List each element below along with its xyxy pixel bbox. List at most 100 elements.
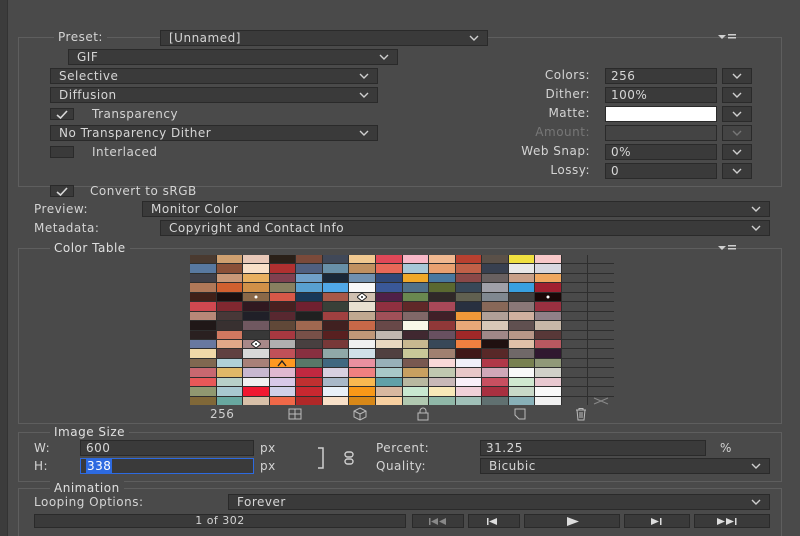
color-swatch[interactable] (216, 321, 243, 330)
color-swatch[interactable] (190, 377, 216, 387)
convert-srgb-checkbox[interactable] (50, 185, 74, 197)
color-swatch[interactable] (482, 349, 508, 358)
color-swatch[interactable] (375, 368, 402, 377)
color-swatch[interactable] (561, 349, 588, 358)
color-swatch[interactable] (296, 283, 322, 292)
color-swatch[interactable] (508, 283, 535, 292)
color-swatch[interactable] (561, 311, 588, 321)
color-swatch[interactable] (482, 330, 508, 339)
color-swatch[interactable] (269, 349, 296, 358)
color-swatch[interactable] (588, 349, 614, 358)
color-swatch[interactable] (322, 349, 349, 358)
color-swatch[interactable] (455, 339, 482, 349)
color-swatch[interactable] (402, 311, 429, 321)
color-swatch[interactable] (375, 283, 402, 292)
color-swatch[interactable] (243, 264, 269, 273)
color-swatch[interactable] (296, 302, 322, 311)
colors-field[interactable]: 256 (605, 68, 717, 84)
color-swatch[interactable] (508, 368, 535, 377)
color-swatch[interactable] (375, 396, 402, 405)
play-button[interactable] (524, 514, 620, 528)
color-swatch[interactable] (216, 273, 243, 283)
color-swatch[interactable] (322, 255, 349, 264)
colors-dropdown-button[interactable] (722, 68, 752, 84)
link-icon[interactable] (342, 450, 356, 466)
color-swatch[interactable] (216, 283, 243, 292)
color-swatch[interactable] (243, 358, 269, 368)
color-swatch[interactable] (269, 283, 296, 292)
height-field[interactable]: 338 (80, 458, 254, 474)
color-swatch[interactable] (375, 377, 402, 387)
color-swatch[interactable] (561, 321, 588, 330)
color-swatch[interactable] (216, 311, 243, 321)
color-swatch[interactable] (508, 292, 535, 302)
color-swatch[interactable] (455, 311, 482, 321)
lossy-field[interactable]: 0 (605, 163, 717, 179)
color-swatch[interactable] (216, 358, 243, 368)
color-swatch[interactable] (429, 377, 455, 387)
color-swatch[interactable] (243, 330, 269, 339)
color-swatch[interactable] (561, 387, 588, 396)
metadata-dropdown[interactable]: Copyright and Contact Info (160, 220, 770, 236)
color-swatch[interactable] (216, 368, 243, 377)
color-swatch[interactable] (243, 321, 269, 330)
color-swatch[interactable] (508, 264, 535, 273)
color-swatch[interactable] (375, 255, 402, 264)
color-swatch[interactable] (296, 349, 322, 358)
color-swatch[interactable] (429, 358, 455, 368)
color-swatch[interactable] (296, 339, 322, 349)
color-swatch[interactable] (269, 339, 296, 349)
color-swatch[interactable] (402, 302, 429, 311)
color-swatch[interactable] (349, 311, 375, 321)
color-swatch[interactable] (455, 349, 482, 358)
color-swatch[interactable] (190, 330, 216, 339)
color-swatch[interactable] (349, 339, 375, 349)
color-swatch[interactable] (482, 339, 508, 349)
web-snap-dropdown-button[interactable] (722, 144, 752, 160)
color-swatch[interactable] (216, 349, 243, 358)
color-swatch[interactable] (216, 377, 243, 387)
transparency-checkbox[interactable] (50, 108, 74, 120)
format-dropdown[interactable]: GIF (68, 49, 398, 65)
lock-icon[interactable] (415, 407, 431, 421)
color-swatch[interactable] (508, 387, 535, 396)
color-swatch[interactable] (535, 396, 561, 405)
color-swatch[interactable] (349, 264, 375, 273)
color-swatch[interactable] (429, 368, 455, 377)
preview-dropdown[interactable]: Monitor Color (142, 201, 770, 217)
color-swatch[interactable] (455, 377, 482, 387)
color-swatch[interactable] (561, 302, 588, 311)
color-swatch[interactable] (535, 377, 561, 387)
color-swatch[interactable] (455, 368, 482, 377)
color-swatch[interactable] (588, 396, 614, 405)
color-swatch[interactable] (269, 368, 296, 377)
color-swatch[interactable] (455, 396, 482, 405)
color-swatch[interactable] (455, 292, 482, 302)
dither-algorithm-dropdown[interactable]: Diffusion (50, 87, 378, 103)
color-swatch[interactable] (216, 339, 243, 349)
color-swatch[interactable] (349, 302, 375, 311)
color-swatch[interactable] (429, 283, 455, 292)
color-swatch[interactable] (216, 255, 243, 264)
color-swatch[interactable] (429, 255, 455, 264)
color-swatch[interactable] (588, 330, 614, 339)
color-swatch[interactable] (535, 330, 561, 339)
color-swatch[interactable] (296, 292, 322, 302)
color-swatch[interactable] (190, 358, 216, 368)
color-swatch[interactable] (349, 321, 375, 330)
color-swatch[interactable] (455, 264, 482, 273)
color-swatch[interactable] (296, 396, 322, 405)
color-swatch[interactable] (216, 330, 243, 339)
color-swatch[interactable] (190, 255, 216, 264)
color-swatch[interactable] (322, 292, 349, 302)
color-swatch[interactable] (322, 368, 349, 377)
color-swatch[interactable] (296, 368, 322, 377)
color-swatch[interactable] (216, 292, 243, 302)
color-swatch[interactable] (402, 273, 429, 283)
color-swatch[interactable] (349, 255, 375, 264)
color-swatch[interactable] (402, 264, 429, 273)
color-swatch[interactable] (322, 264, 349, 273)
color-swatch[interactable] (588, 255, 614, 264)
color-swatch[interactable] (269, 321, 296, 330)
color-swatch[interactable] (243, 396, 269, 405)
